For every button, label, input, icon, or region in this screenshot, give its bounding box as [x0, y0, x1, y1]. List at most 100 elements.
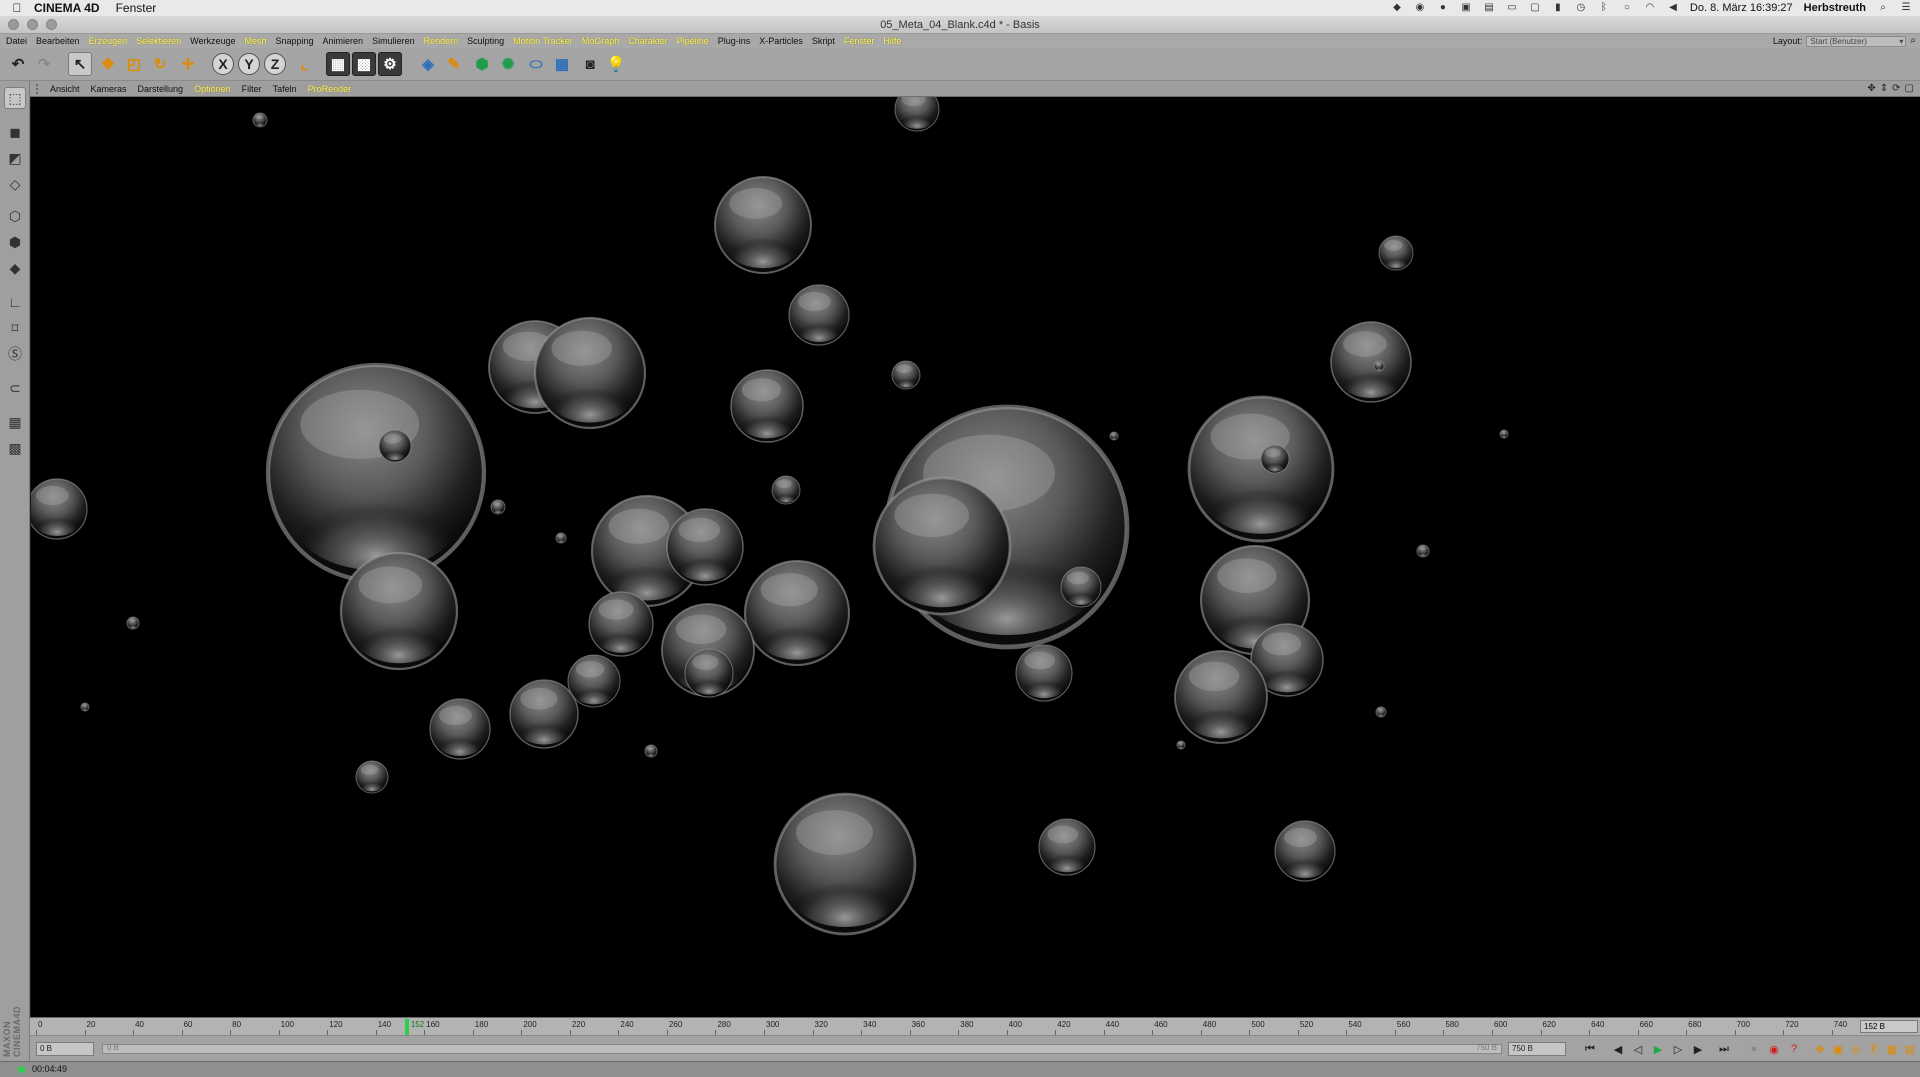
x-axis-lock-button[interactable]: X: [212, 53, 234, 75]
main-menu-plug-ins[interactable]: Plug-ins: [718, 34, 751, 48]
app-name-menu[interactable]: CINEMA 4D: [34, 0, 100, 16]
render-view-icon[interactable]: ▦: [326, 52, 350, 76]
main-menu-simulieren[interactable]: Simulieren: [372, 34, 415, 48]
timeline-current-end[interactable]: 152 B: [1860, 1020, 1918, 1033]
battery-indicator-icon[interactable]: ▮: [1552, 2, 1564, 14]
timeline-ruler[interactable]: 0 20 40 60 80 100 120 140 160 180 200 220 240 260 280 3…: [30, 1017, 1920, 1036]
edges-mode-icon[interactable]: ⬢: [4, 231, 26, 253]
dolly-view-icon[interactable]: ⇕: [1880, 81, 1888, 97]
airplay-icon[interactable]: ▢: [1529, 2, 1541, 14]
eye-icon[interactable]: ◉: [1414, 2, 1426, 14]
key-parameter-icon[interactable]: Ⓟ: [1866, 1041, 1882, 1057]
autokey-icon[interactable]: ◉: [1766, 1041, 1782, 1057]
previous-key-icon[interactable]: ◀: [1610, 1041, 1626, 1057]
z-axis-lock-button[interactable]: Z: [264, 53, 286, 75]
live-selection-icon[interactable]: ✛: [176, 52, 200, 76]
end-frame-field[interactable]: 750 B: [1508, 1042, 1566, 1056]
viewport-menu-prorender[interactable]: ProRender: [308, 81, 352, 96]
pan-view-icon[interactable]: ✥: [1867, 81, 1875, 97]
viewport-grip-handle[interactable]: [36, 84, 44, 94]
menubar-clock[interactable]: Do. 8. März 16:39:27: [1690, 0, 1793, 16]
floor-environment-icon[interactable]: ▦: [550, 52, 574, 76]
texture-mode-icon[interactable]: ◩: [4, 147, 26, 169]
solo-mode-icon[interactable]: Ⓢ: [4, 343, 26, 365]
snapping-icon[interactable]: ⊂: [4, 377, 26, 399]
viewport-menu-ansicht[interactable]: Ansicht: [50, 81, 80, 96]
key-position-icon[interactable]: ✥: [1812, 1041, 1828, 1057]
select-tool-icon[interactable]: ↖: [68, 52, 92, 76]
main-menu-erzeugen[interactable]: Erzeugen: [89, 34, 128, 48]
viewport-menu-tafeln[interactable]: Tafeln: [273, 81, 297, 96]
main-menu-motion-tracker[interactable]: Motion Tracker: [513, 34, 573, 48]
y-axis-lock-button[interactable]: Y: [238, 53, 260, 75]
undo-icon[interactable]: ↶: [6, 52, 30, 76]
chat-icon[interactable]: ▣: [1460, 2, 1472, 14]
menu-fenster[interactable]: Fenster: [116, 0, 157, 16]
render-settings-icon[interactable]: ⚙: [378, 52, 402, 76]
start-frame-field[interactable]: 0 B: [36, 1042, 94, 1056]
scale-tool-icon[interactable]: ◰: [122, 52, 146, 76]
coordinate-system-icon[interactable]: ⌞: [292, 52, 316, 76]
bluetooth-icon[interactable]: ᛒ: [1598, 2, 1610, 14]
pen-spline-icon[interactable]: ✎: [442, 52, 466, 76]
viewport-menu-filter[interactable]: Filter: [242, 81, 262, 96]
tweak-mode-icon[interactable]: ⌑: [4, 317, 26, 339]
key-rotation-icon[interactable]: ◎: [1848, 1041, 1864, 1057]
dropbox-icon[interactable]: ◆: [1391, 2, 1403, 14]
timeline-scale[interactable]: 0 20 40 60 80 100 120 140 160 180 200 220 240 260 280 3…: [36, 1018, 1856, 1036]
viewport-menu-kameras[interactable]: Kameras: [91, 81, 127, 96]
render-picture-viewer-icon[interactable]: ▩: [352, 52, 376, 76]
main-menu-bearbeiten[interactable]: Bearbeiten: [36, 34, 80, 48]
volume-icon[interactable]: ◀: [1667, 2, 1679, 14]
timeline-playhead[interactable]: [404, 1019, 409, 1035]
wifi-icon[interactable]: ◠: [1644, 2, 1656, 14]
keyframe-selection-icon[interactable]: ?: [1786, 1041, 1802, 1057]
points-mode-icon[interactable]: ⬡: [4, 205, 26, 227]
main-menu-fenster[interactable]: Fenster: [844, 34, 875, 48]
main-menu-rendern[interactable]: Rendern: [424, 34, 459, 48]
notification-center-icon[interactable]: ☰: [1900, 2, 1912, 14]
next-key-icon[interactable]: ▶: [1690, 1041, 1706, 1057]
3d-viewport[interactable]: [31, 97, 1920, 1017]
key-scale-icon[interactable]: ▣: [1830, 1041, 1846, 1057]
spotlight-search-icon[interactable]: ⌕: [1877, 2, 1889, 14]
layout-dropdown[interactable]: Start (Benutzer): [1806, 35, 1907, 47]
next-frame-icon[interactable]: ▷: [1670, 1041, 1686, 1057]
goto-start-icon[interactable]: ⏮: [1582, 1041, 1598, 1057]
viewport-menu-optionen[interactable]: Optionen: [194, 81, 231, 96]
main-menu-snapping[interactable]: Snapping: [276, 34, 314, 48]
apple-menu-icon[interactable]: : [0, 0, 34, 16]
main-menu-charakter[interactable]: Charakter: [628, 34, 668, 48]
light-icon[interactable]: 💡: [604, 52, 628, 76]
make-editable-icon[interactable]: ⬚: [4, 87, 26, 109]
redo-icon[interactable]: ↷: [32, 52, 56, 76]
main-menu-skript[interactable]: Skript: [812, 34, 835, 48]
rotate-tool-icon[interactable]: ↻: [148, 52, 172, 76]
workplane-mode-icon[interactable]: ◇: [4, 173, 26, 195]
toggle-view-icon[interactable]: ▢: [1905, 81, 1914, 97]
timeline-window-icon[interactable]: ▤: [1902, 1041, 1918, 1057]
display-icon[interactable]: ▭: [1506, 2, 1518, 14]
main-menu-mesh[interactable]: Mesh: [244, 34, 266, 48]
main-menu-werkzeuge[interactable]: Werkzeuge: [190, 34, 235, 48]
main-menu-hilfe[interactable]: Hilfe: [883, 34, 901, 48]
rotate-view-icon[interactable]: ⟳: [1892, 81, 1900, 97]
cube-object-icon[interactable]: ◈: [416, 52, 440, 76]
main-menu-datei[interactable]: Datei: [6, 34, 27, 48]
viewport-menu-darstellung[interactable]: Darstellung: [138, 81, 184, 96]
main-menu-x-particles[interactable]: X-Particles: [759, 34, 803, 48]
search-icon[interactable]: ⌕: [1910, 34, 1916, 48]
timemachine-icon[interactable]: ◷: [1575, 2, 1587, 14]
key-pla-icon[interactable]: ▦: [1884, 1041, 1900, 1057]
subdivision-generator-icon[interactable]: ⬢: [470, 52, 494, 76]
window-titlebar[interactable]: 05_Meta_04_Blank.c4d * - Basis: [0, 16, 1920, 34]
main-menu-pipeline[interactable]: Pipeline: [677, 34, 709, 48]
axis-mode-icon[interactable]: ∟: [4, 291, 26, 313]
preview-range-slider[interactable]: 0 B 750 B: [102, 1043, 1502, 1054]
workplane-lock-icon[interactable]: ▦: [4, 411, 26, 433]
dnd-icon[interactable]: ○: [1621, 2, 1633, 14]
cloner-array-icon[interactable]: ✺: [496, 52, 520, 76]
calendar-icon[interactable]: ▤: [1483, 2, 1495, 14]
main-menu-selektieren[interactable]: Selektieren: [136, 34, 181, 48]
location-icon[interactable]: ●: [1437, 2, 1449, 14]
